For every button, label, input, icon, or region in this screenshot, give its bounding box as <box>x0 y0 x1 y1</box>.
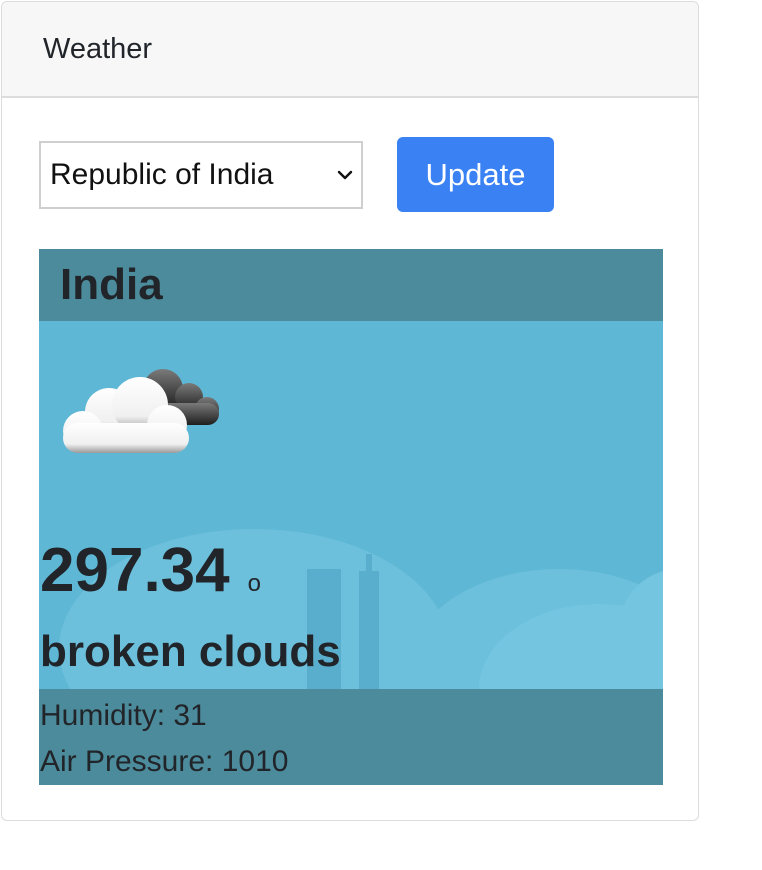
country-name: India <box>60 260 163 309</box>
update-button[interactable]: Update <box>397 137 554 212</box>
broken-clouds-icon <box>63 369 219 453</box>
humidity-label: Humidity: 31 <box>40 699 207 732</box>
controls: Republic of India Update <box>39 137 554 212</box>
country-select[interactable]: Republic of India <box>39 140 363 209</box>
weather-panel: India 297.34 o broken clouds Humidity: 3… <box>39 249 663 785</box>
temperature: 297.34 o <box>40 535 261 606</box>
air-pressure-label: Air Pressure: 1010 <box>40 745 289 778</box>
degree-symbol: o <box>247 570 261 597</box>
weather-details: Humidity: 31 Air Pressure: 1010 <box>39 689 663 785</box>
card-title: Weather <box>43 32 153 65</box>
weather-card: Weather Republic of India Update India 2… <box>1 1 699 821</box>
weather-description: broken clouds <box>40 627 341 676</box>
weather-header: India <box>39 249 663 321</box>
country-select-value: Republic of India <box>50 157 274 191</box>
card-header: Weather <box>2 2 698 98</box>
temperature-value: 297.34 <box>40 536 230 605</box>
chevron-down-icon <box>337 170 353 179</box>
